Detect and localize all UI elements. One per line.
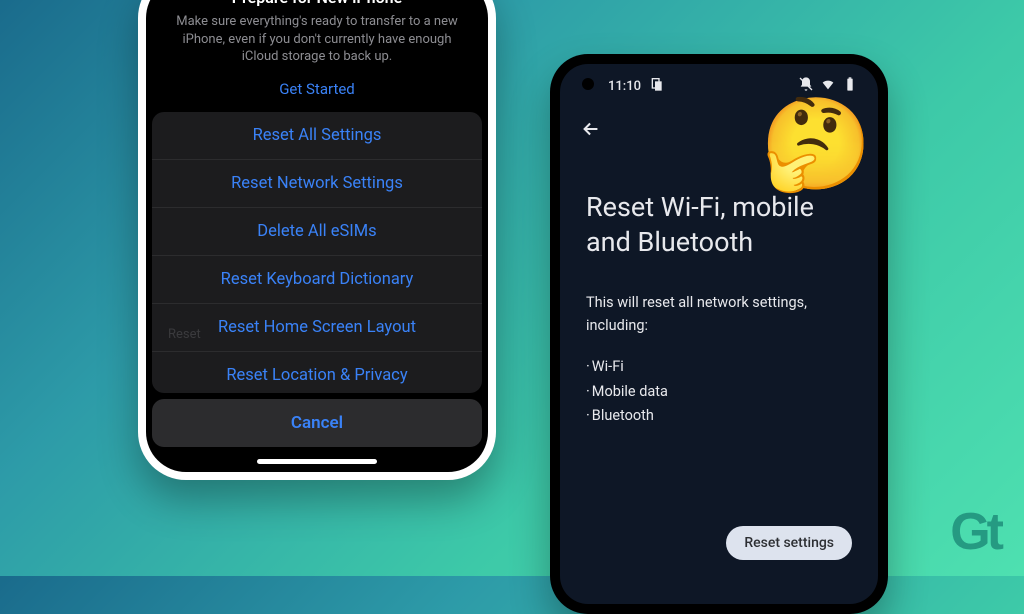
home-indicator[interactable]: [257, 459, 377, 464]
delete-esims-button[interactable]: Delete All eSIMs: [152, 208, 482, 256]
iphone-screen: Prepare for New iPhone Make sure everyth…: [146, 0, 488, 472]
prepare-title: Prepare for New iPhone: [166, 0, 468, 7]
ghost-reset-label: Reset: [168, 327, 201, 342]
android-desc: This will reset all network settings, in…: [586, 292, 852, 337]
list-item: Mobile data: [586, 380, 852, 405]
iphone-device: Prepare for New iPhone Make sure everyth…: [138, 0, 496, 480]
gt-logo: Gt: [950, 502, 1000, 562]
reset-action-sheet: Reset All Settings Reset Network Setting…: [152, 112, 482, 393]
reset-all-settings-button[interactable]: Reset All Settings: [152, 112, 482, 160]
status-time: 11:10: [608, 79, 641, 94]
list-item: Bluetooth: [586, 404, 852, 429]
android-page-title: Reset Wi-Fi, mobile and Bluetooth: [586, 190, 852, 260]
reset-keyboard-dictionary-button[interactable]: Reset Keyboard Dictionary: [152, 256, 482, 304]
thinking-emoji: 🤔: [760, 92, 872, 197]
reset-home-screen-button[interactable]: Reset Home Screen Layout: [152, 304, 482, 352]
camera-punch-hole: [582, 78, 594, 90]
screenshot-icon: [649, 76, 665, 96]
reset-network-settings-button[interactable]: Reset Network Settings: [152, 160, 482, 208]
get-started-link[interactable]: Get Started: [166, 80, 468, 98]
reset-location-privacy-button[interactable]: Reset Location & Privacy: [152, 352, 482, 393]
list-item: Wi-Fi: [586, 355, 852, 380]
reset-items-list: Wi-Fi Mobile data Bluetooth: [586, 355, 852, 429]
prepare-desc: Make sure everything's ready to transfer…: [166, 13, 468, 66]
back-button[interactable]: [580, 118, 602, 140]
cancel-button[interactable]: Cancel: [152, 399, 482, 447]
reset-settings-button[interactable]: Reset settings: [726, 526, 852, 560]
